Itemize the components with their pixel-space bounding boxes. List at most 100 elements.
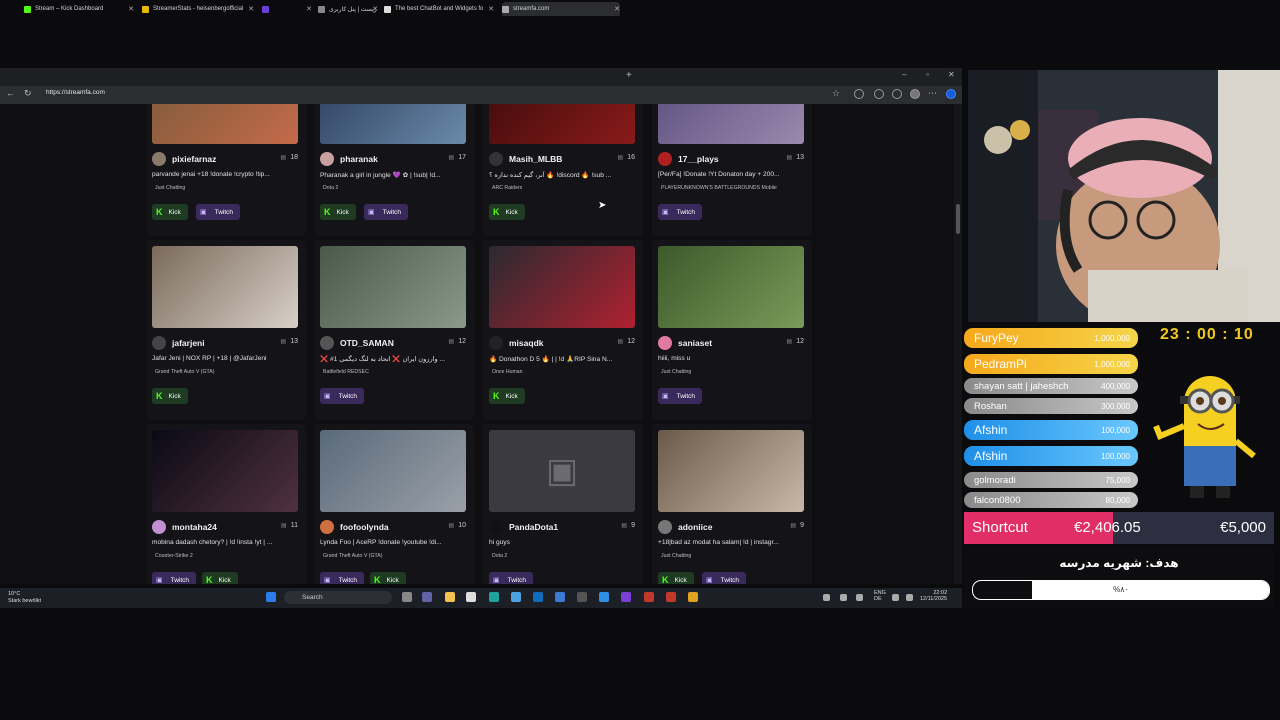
streamer-avatar[interactable] bbox=[152, 520, 166, 534]
stream-thumbnail[interactable] bbox=[152, 246, 298, 328]
streamer-avatar[interactable] bbox=[320, 152, 334, 166]
stream-thumbnail[interactable] bbox=[489, 104, 635, 144]
tab-close-icon[interactable]: ✕ bbox=[614, 5, 620, 13]
stream-card[interactable]: pixiefarnaz ▤ 18 parvande jenai +18 !donate… bbox=[146, 104, 306, 236]
kick-button[interactable]: K Kick bbox=[320, 204, 356, 220]
kick-button[interactable]: K Kick bbox=[202, 572, 238, 584]
tab-close-icon[interactable]: ✕ bbox=[372, 5, 378, 13]
kick-button[interactable]: K Kick bbox=[658, 572, 694, 584]
network-icon[interactable] bbox=[840, 594, 847, 601]
stream-thumbnail[interactable] bbox=[658, 430, 804, 512]
browser-tab-6[interactable]: streamfa.com ✕ bbox=[502, 2, 620, 16]
streamer-name[interactable]: adoniice bbox=[678, 522, 712, 532]
stream-thumbnail[interactable] bbox=[658, 104, 804, 144]
twitch-button[interactable]: ▣ Twitch bbox=[320, 388, 365, 404]
maximize-icon[interactable]: ▫ bbox=[926, 70, 929, 79]
twitch-button[interactable]: ▣ Twitch bbox=[702, 572, 747, 584]
terminal-icon[interactable] bbox=[577, 592, 587, 602]
vscode-icon[interactable] bbox=[599, 592, 609, 602]
copilot-icon[interactable] bbox=[946, 89, 956, 99]
stream-card[interactable]: adoniice ▤ 9 +18|bad az modat ha salam| !d … bbox=[652, 424, 812, 584]
streamer-name[interactable]: foofoolynda bbox=[340, 522, 389, 532]
streamer-name[interactable]: pharanak bbox=[340, 154, 378, 164]
streamer-avatar[interactable] bbox=[658, 152, 672, 166]
chevron-up-icon[interactable] bbox=[823, 594, 830, 601]
wifi-icon[interactable] bbox=[892, 594, 899, 601]
favorites-icon[interactable] bbox=[892, 89, 902, 99]
stream-card[interactable]: Masih_MLBB ▤ 16 آنر، گیم کنده نداره ؟ 🔥 !di… bbox=[483, 104, 643, 236]
twitch-button[interactable]: ▣ Twitch bbox=[196, 204, 241, 220]
store-icon[interactable] bbox=[466, 592, 476, 602]
tab-close-icon[interactable]: ✕ bbox=[306, 5, 312, 13]
edge-icon[interactable] bbox=[489, 592, 499, 602]
teams-icon[interactable] bbox=[422, 592, 432, 602]
streamer-name[interactable]: montaha24 bbox=[172, 522, 217, 532]
twitch-button[interactable]: ▣ Twitch bbox=[152, 572, 197, 584]
file-explorer-icon[interactable] bbox=[445, 592, 455, 602]
new-tab-button[interactable]: + bbox=[626, 70, 632, 81]
tab-close-icon[interactable]: ✕ bbox=[488, 5, 494, 13]
mic-icon[interactable] bbox=[856, 594, 863, 601]
browser-tab-3[interactable]: ✕ bbox=[262, 2, 312, 16]
stream-card[interactable]: OTD_SAMAN ▤ 12 ❌ #1 وارزون ایران ❌ اتحاد به… bbox=[314, 240, 474, 420]
volume-icon[interactable] bbox=[906, 594, 913, 601]
browser-tab-2[interactable]: StreamerStats - heisenbergofficial ✕ bbox=[142, 2, 254, 16]
stream-thumbnail[interactable] bbox=[489, 246, 635, 328]
streamer-name[interactable]: Masih_MLBB bbox=[509, 154, 562, 164]
refresh-icon[interactable]: ↻ bbox=[24, 88, 32, 99]
kick-button[interactable]: K Kick bbox=[370, 572, 406, 584]
stream-card[interactable]: saniaset ▤ 12 hiiii, miss u Just Chatting ▣ Tw… bbox=[652, 240, 812, 420]
minimize-icon[interactable]: – bbox=[902, 70, 906, 79]
streamer-name[interactable]: PandaDota1 bbox=[509, 522, 558, 532]
twitch-button[interactable]: ▣ Twitch bbox=[489, 572, 534, 584]
chrome-icon[interactable] bbox=[688, 592, 698, 602]
streamer-name[interactable]: OTD_SAMAN bbox=[340, 338, 394, 348]
stream-card[interactable]: pharanak ▤ 17 Pharanak a girl in jungle 💜 ✿… bbox=[314, 104, 474, 236]
twitch-button[interactable]: ▣ Twitch bbox=[658, 388, 703, 404]
streamer-avatar[interactable] bbox=[320, 520, 334, 534]
stream-thumbnail-placeholder[interactable]: ▣ bbox=[489, 430, 635, 512]
browser-tab-5[interactable]: The best ChatBot and Widgets fo ✕ bbox=[384, 2, 494, 16]
stream-card[interactable]: jafarjeni ▤ 13 Jafar Jeni | NOX RP | +18 | … bbox=[146, 240, 306, 420]
streamer-avatar[interactable] bbox=[658, 336, 672, 350]
browser-tab-1[interactable]: Stream – Kick Dashboard ✕ bbox=[24, 2, 134, 16]
menu-dots-icon[interactable]: ⋯ bbox=[928, 88, 937, 99]
stream-thumbnail[interactable] bbox=[320, 430, 466, 512]
stream-card[interactable]: misaqdk ▤ 12 🔥 Donathon D 5 🔥 | | !d 🙏RIP S… bbox=[483, 240, 643, 420]
streamer-name[interactable]: jafarjeni bbox=[172, 338, 205, 348]
streamer-avatar[interactable] bbox=[489, 336, 503, 350]
start-windows-icon[interactable] bbox=[266, 592, 276, 602]
streamer-name[interactable]: saniaset bbox=[678, 338, 712, 348]
weather-widget[interactable]: 10°C Stark bewölkt bbox=[8, 591, 41, 605]
stream-card[interactable]: ▣ PandaDota1 ▤ 9 hi guys Dota 2 ▣ Twitch bbox=[483, 424, 643, 584]
scrollbar-thumb[interactable] bbox=[956, 204, 960, 234]
tab-close-icon[interactable]: ✕ bbox=[248, 5, 254, 13]
r-app-icon[interactable] bbox=[621, 592, 631, 602]
twitch-button[interactable]: ▣ Twitch bbox=[364, 204, 409, 220]
stream-thumbnail[interactable] bbox=[320, 246, 466, 328]
stream-thumbnail[interactable] bbox=[152, 104, 298, 144]
extension-icon[interactable] bbox=[854, 89, 864, 99]
profile-avatar[interactable] bbox=[910, 89, 920, 99]
page-scrollbar[interactable] bbox=[954, 104, 962, 584]
outlook-icon[interactable] bbox=[533, 592, 543, 602]
browser-tab-4[interactable]: زیست | پنل کاربری ✕ bbox=[318, 2, 378, 16]
taskbar-search[interactable]: Search bbox=[284, 591, 392, 604]
streamer-avatar[interactable] bbox=[658, 520, 672, 534]
stream-thumbnail[interactable] bbox=[152, 430, 298, 512]
kick-button[interactable]: K Kick bbox=[489, 204, 525, 220]
back-icon[interactable]: ← bbox=[6, 88, 15, 98]
streamer-avatar[interactable] bbox=[489, 520, 503, 534]
close-window-icon[interactable]: ✕ bbox=[948, 70, 955, 79]
tab-close-icon[interactable]: ✕ bbox=[128, 5, 134, 13]
keyboard-language[interactable]: ENG DE bbox=[874, 590, 886, 602]
app2-icon[interactable] bbox=[555, 592, 565, 602]
twitch-button[interactable]: ▣ Twitch bbox=[658, 204, 703, 220]
streamer-name[interactable]: 17__plays bbox=[678, 154, 719, 164]
app-icon[interactable] bbox=[511, 592, 521, 602]
streamer-avatar[interactable] bbox=[489, 152, 503, 166]
streamer-avatar[interactable] bbox=[152, 152, 166, 166]
streamer-avatar[interactable] bbox=[152, 336, 166, 350]
streamer-avatar[interactable] bbox=[320, 336, 334, 350]
stream-card[interactable]: 17__plays ▤ 13 [Per/Fa] !Donate !Yt Donaton… bbox=[652, 104, 812, 236]
